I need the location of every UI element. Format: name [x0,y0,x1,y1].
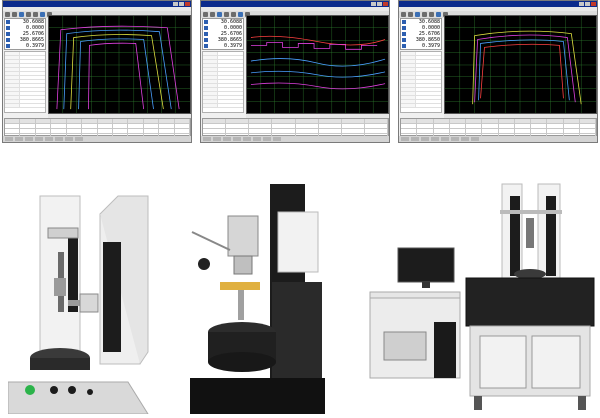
maximize-button[interactable] [585,2,590,6]
close-button[interactable] [383,2,388,6]
results-table [4,118,191,139]
parameter-list [202,51,244,113]
maximize-button[interactable] [179,2,184,6]
close-button[interactable] [185,2,190,6]
tool-icon[interactable] [40,12,45,17]
tool-icon[interactable] [5,12,10,17]
software-window-3: 30.6088 0.0000 25.6706 380.8650 0.3979 [398,0,598,143]
tester-closeup-photo [190,182,325,414]
tool-icon[interactable] [19,12,24,17]
tool-icon[interactable] [33,12,38,17]
tool-icon[interactable] [217,12,222,17]
close-button[interactable] [591,2,596,6]
status-bar [201,136,389,142]
window-controls [579,2,596,6]
tool-icon[interactable] [26,12,31,17]
tool-icon[interactable] [12,12,17,17]
spring-curves [472,30,582,105]
title-bar [399,1,597,7]
curve-plot [444,15,597,114]
tester-photo-left [8,182,158,414]
curve-plot [246,15,389,114]
software-window-1: 30.6088 0.0000 25.6706 380.8665 0.3979 [2,0,192,143]
plot-grid [247,16,388,113]
readout-line: 0.3979 [5,43,45,49]
title-bar [3,1,191,7]
minimize-button[interactable] [371,2,376,6]
parameter-list [4,51,46,113]
tool-icon[interactable] [210,12,215,17]
tool-icon[interactable] [422,12,427,17]
results-table [202,118,389,139]
window-controls [173,2,190,6]
measurement-readout: 30.6088 0.0000 25.6706 380.8650 0.3979 [400,18,442,50]
tool-icon[interactable] [408,12,413,17]
measurement-readout: 30.6088 0.0000 25.6706 380.8665 0.3979 [202,18,244,50]
tool-icon[interactable] [238,12,243,17]
window-controls [371,2,388,6]
software-window-2: 30.6088 0.0000 25.6706 380.8665 0.3979 [200,0,390,143]
maximize-button[interactable] [377,2,382,6]
plot-grid [445,16,596,113]
status-bar [3,136,191,142]
status-bar [399,136,597,142]
tool-icon[interactable] [429,12,434,17]
readout-line: 0.3979 [401,43,441,49]
tool-icon[interactable] [401,12,406,17]
tool-icon[interactable] [436,12,441,17]
tool-icon[interactable] [415,12,420,17]
deviation-curves [250,35,386,90]
minimize-button[interactable] [579,2,584,6]
parameter-list [400,51,442,113]
test-system-photo [362,182,598,414]
tool-icon[interactable] [224,12,229,17]
measurement-readout: 30.6088 0.0000 25.6706 380.8665 0.3979 [4,18,46,50]
curve-plot [48,15,191,114]
results-table [400,118,597,139]
title-bar [201,1,389,7]
tool-icon[interactable] [203,12,208,17]
minimize-button[interactable] [173,2,178,6]
plot-grid [49,16,190,113]
spring-curves [56,25,180,110]
readout-line: 0.3979 [203,43,243,49]
tool-icon[interactable] [231,12,236,17]
